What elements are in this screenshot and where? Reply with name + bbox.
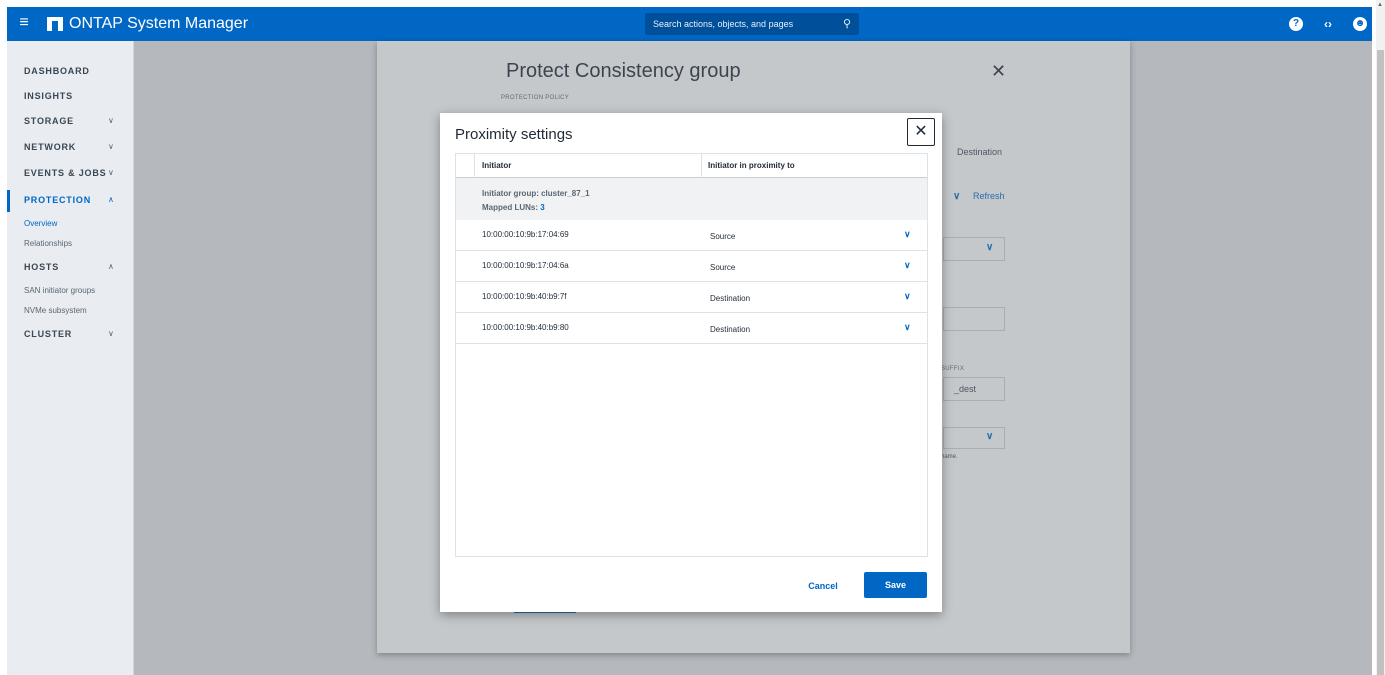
chevron-down-icon[interactable]: ∨: [904, 229, 911, 240]
chevron-up-icon[interactable]: ∧: [108, 195, 114, 204]
user-icon[interactable]: ☻: [1353, 17, 1367, 31]
proximity-settings-dialog: Proximity settings ✕ Initiator Initiator…: [440, 113, 942, 612]
sidebar: DASHBOARD INSIGHTS STORAGE ∨ NETWORK ∨ E…: [7, 41, 134, 675]
sidebar-item-cluster[interactable]: CLUSTER: [24, 329, 72, 339]
page-scrollbar[interactable]: ▲: [1376, 0, 1385, 675]
hamburger-icon[interactable]: ≡: [15, 14, 33, 32]
table-row: 10:00:00:10:9b:17:04:6a Source ∨: [456, 251, 927, 282]
search-placeholder: Search actions, objects, and pages: [653, 19, 794, 29]
column-divider: [701, 154, 702, 178]
mapped-luns-label: Mapped LUNs:: [482, 203, 538, 212]
table-row: 10:00:00:10:9b:17:04:69 Source ∨: [456, 220, 927, 251]
proximity-table: Initiator Initiator in proximity to Init…: [455, 153, 928, 557]
chevron-up-icon[interactable]: ∧: [108, 262, 114, 271]
chevron-down-icon[interactable]: ∨: [108, 168, 114, 177]
sidebar-item-storage[interactable]: STORAGE: [24, 116, 74, 126]
proximity-select[interactable]: Destination: [710, 294, 750, 303]
code-icon[interactable]: ‹›: [1319, 15, 1337, 33]
table-header: Initiator Initiator in proximity to: [456, 154, 927, 178]
cancel-button[interactable]: Cancel: [794, 575, 852, 597]
sidebar-item-relationships[interactable]: Relationships: [24, 239, 72, 248]
search-input[interactable]: Search actions, objects, and pages ⚲: [645, 13, 859, 35]
table-row: 10:00:00:10:9b:40:b9:80 Destination ∨: [456, 313, 927, 344]
sidebar-item-san-initiator-groups[interactable]: SAN initiator groups: [24, 286, 95, 295]
save-button[interactable]: Save: [864, 572, 927, 598]
app-window: ≡ ONTAP System Manager Search actions, o…: [0, 0, 1385, 675]
proximity-select[interactable]: Source: [710, 232, 735, 241]
chevron-down-icon[interactable]: ∨: [904, 260, 911, 271]
chevron-down-icon[interactable]: ∨: [108, 116, 114, 125]
search-icon[interactable]: ⚲: [843, 13, 851, 35]
sidebar-item-network[interactable]: NETWORK: [24, 142, 76, 152]
sidebar-item-insights[interactable]: INSIGHTS: [24, 91, 73, 101]
chevron-down-icon[interactable]: ∨: [108, 142, 114, 151]
initiator-group-label: Initiator group: cluster_87_1: [482, 189, 590, 198]
close-button[interactable]: ✕: [907, 118, 935, 146]
chevron-down-icon[interactable]: ∨: [108, 329, 114, 338]
initiator-cell: 10:00:00:10:9b:17:04:6a: [482, 261, 569, 270]
sidebar-item-nvme-subsystem[interactable]: NVMe subsystem: [24, 306, 87, 315]
active-indicator: [7, 190, 10, 212]
initiator-cell: 10:00:00:10:9b:40:b9:7f: [482, 292, 567, 301]
netapp-logo-icon: [47, 17, 63, 31]
initiator-group-row: Initiator group: cluster_87_1 Mapped LUN…: [456, 178, 927, 220]
dialog-title: Proximity settings: [455, 126, 573, 143]
sidebar-item-hosts[interactable]: HOSTS: [24, 262, 59, 272]
scrollbar-thumb[interactable]: [1377, 50, 1384, 675]
sidebar-item-protection[interactable]: PROTECTION: [24, 195, 91, 205]
proximity-select[interactable]: Destination: [710, 325, 750, 334]
close-icon: ✕: [914, 123, 928, 140]
top-bar: ≡ ONTAP System Manager Search actions, o…: [7, 7, 1372, 41]
proximity-select[interactable]: Source: [710, 263, 735, 272]
table-row: 10:00:00:10:9b:40:b9:7f Destination ∨: [456, 282, 927, 313]
app-title: ONTAP System Manager: [69, 15, 249, 32]
initiator-cell: 10:00:00:10:9b:40:b9:80: [482, 323, 569, 332]
scroll-up-icon[interactable]: ▲: [1377, 2, 1383, 8]
mapped-luns: Mapped LUNs: 3: [482, 203, 545, 212]
sidebar-item-events-jobs[interactable]: EVENTS & JOBS: [24, 168, 106, 178]
mapped-luns-count[interactable]: 3: [540, 203, 544, 212]
help-icon[interactable]: ?: [1289, 17, 1303, 31]
sidebar-item-overview[interactable]: Overview: [24, 219, 57, 228]
column-header-proximity[interactable]: Initiator in proximity to: [708, 161, 795, 170]
column-divider: [474, 154, 475, 178]
column-header-initiator[interactable]: Initiator: [482, 161, 511, 170]
chevron-down-icon[interactable]: ∨: [904, 291, 911, 302]
initiator-cell: 10:00:00:10:9b:17:04:69: [482, 230, 569, 239]
chevron-down-icon[interactable]: ∨: [904, 322, 911, 333]
sidebar-item-dashboard[interactable]: DASHBOARD: [24, 66, 90, 76]
